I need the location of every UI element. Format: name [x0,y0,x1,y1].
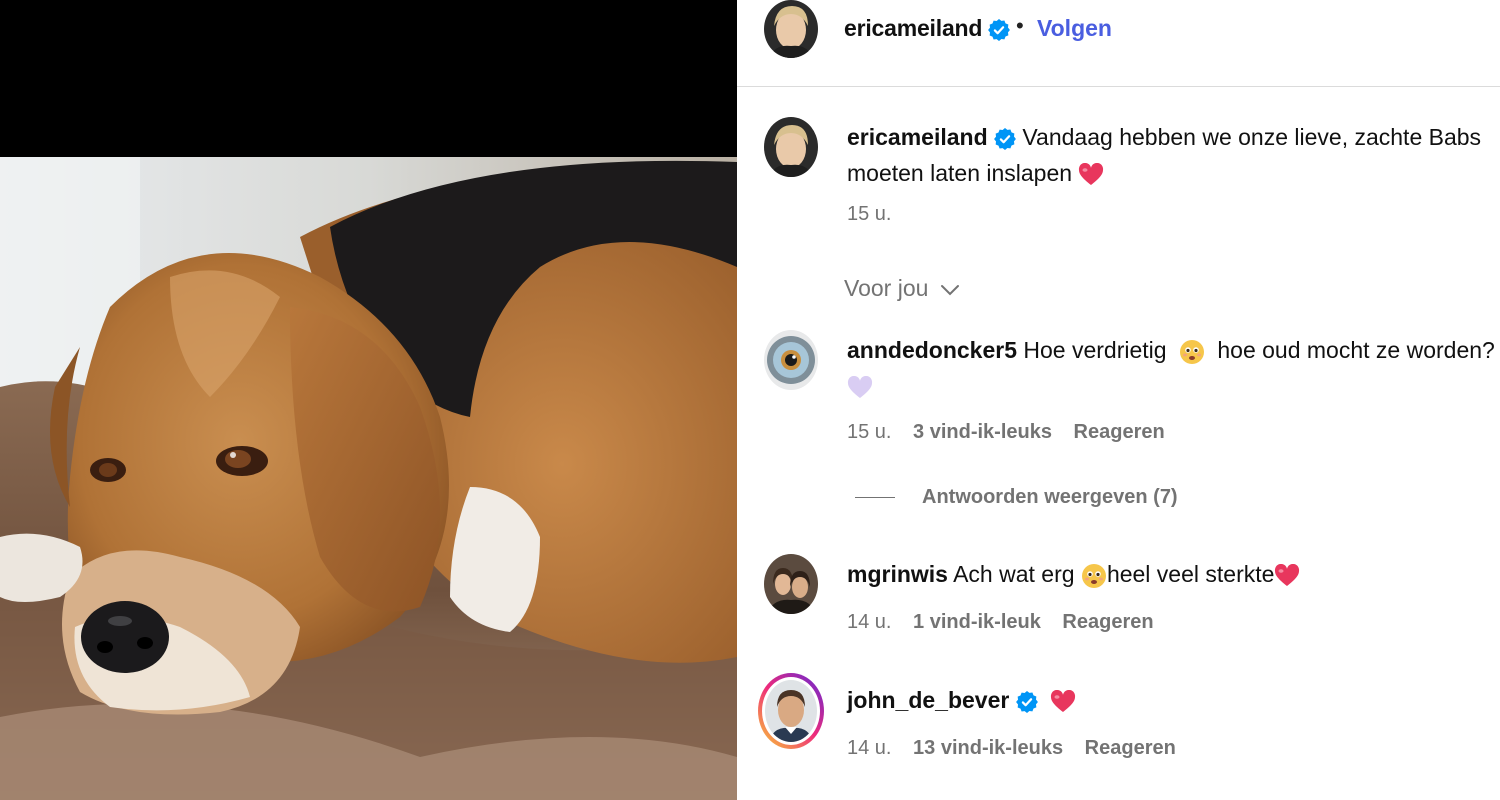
worried-face-emoji [1179,339,1204,364]
comment-2-text-1: Ach wat erg [953,561,1075,587]
comment-2-username[interactable]: mgrinwis [847,561,948,587]
red-heart-emoji [1275,563,1300,586]
comment-avatar-mgrinwis[interactable] [764,554,818,614]
comment-3-reply-button[interactable]: Reageren [1085,737,1176,759]
comment-1-likes[interactable]: 3 vind-ik-leuks [913,421,1052,443]
red-heart-emoji [1051,689,1076,712]
comment-1-text-2: hoe oud mocht ze worden? [1217,337,1495,363]
comment-sort-dropdown[interactable]: Voor jou [844,275,961,302]
comment-1-username[interactable]: anndedoncker5 [847,337,1017,363]
comment-3-meta: 14 u. 13 vind-ik-leuks Reageren [847,737,1176,760]
replies-divider [855,497,895,498]
post-media[interactable] [0,0,737,800]
chevron-down-icon [940,284,959,296]
verified-badge-icon [1015,690,1038,713]
beagle-photo [0,157,737,800]
caption-meta: 15 u. [847,203,891,226]
comment-1-line-2 [847,373,873,400]
verified-badge-icon [994,127,1016,150]
verified-badge-icon [988,18,1011,41]
comment-1-reply-button[interactable]: Reageren [1074,421,1165,443]
header-divider [737,86,1500,87]
purple-heart-emoji [847,375,873,398]
comment-avatar-john_de_bever[interactable] [758,673,824,749]
caption-text-2: moeten laten inslapen [847,160,1073,186]
comment-3-line-1: john_de_bever [847,687,1076,714]
comment-avatar-anndedoncker5[interactable] [764,330,818,390]
header-separator: • [1016,13,1024,38]
caption-line-1: ericameiland Vandaag hebben we onze liev… [847,124,1481,151]
comment-1-line-1: anndedoncker5 Hoe verdrietig hoe oud moc… [847,337,1495,365]
author-username[interactable]: ericameiland [844,15,982,41]
follow-button[interactable]: Volgen [1037,15,1112,42]
caption-author-avatar[interactable] [764,117,818,177]
comment-1-time: 15 u. [847,421,892,443]
author-username-header[interactable]: ericameiland [844,15,1011,42]
comment-2-time: 14 u. [847,611,892,633]
caption-time: 15 u. [847,203,892,225]
comment-3-likes[interactable]: 13 vind-ik-leuks [913,737,1063,759]
comment-2-likes[interactable]: 1 vind-ik-leuk [913,611,1041,633]
comment-2-text-2: heel veel sterkte [1106,561,1275,587]
red-heart-emoji [1079,162,1104,185]
caption-text-1: Vandaag hebben we onze lieve, zachte Bab… [1022,124,1482,150]
comment-2-meta: 14 u. 1 vind-ik-leuk Reageren [847,611,1154,634]
view-replies-button[interactable]: Antwoorden weergeven (7) [922,486,1178,509]
comment-sort-label: Voor jou [844,275,929,301]
comment-2-line-1: mgrinwis Ach wat erg heel veel sterkte [847,561,1300,589]
caption-username[interactable]: ericameiland [847,124,988,150]
author-avatar[interactable] [764,0,818,58]
comment-2-reply-button[interactable]: Reageren [1062,611,1153,633]
avatar-story-ring [762,677,820,745]
comment-3-time: 14 u. [847,737,892,759]
caption-line-2: moeten laten inslapen [847,160,1104,187]
worried-face-emoji [1081,563,1106,588]
comments-panel: ericameiland • Volgen ericameiland Vanda… [737,0,1500,800]
comment-3-username[interactable]: john_de_bever [847,687,1009,713]
comment-1-meta: 15 u. 3 vind-ik-leuks Reageren [847,421,1165,444]
comment-1-text-1: Hoe verdrietig [1023,337,1167,363]
